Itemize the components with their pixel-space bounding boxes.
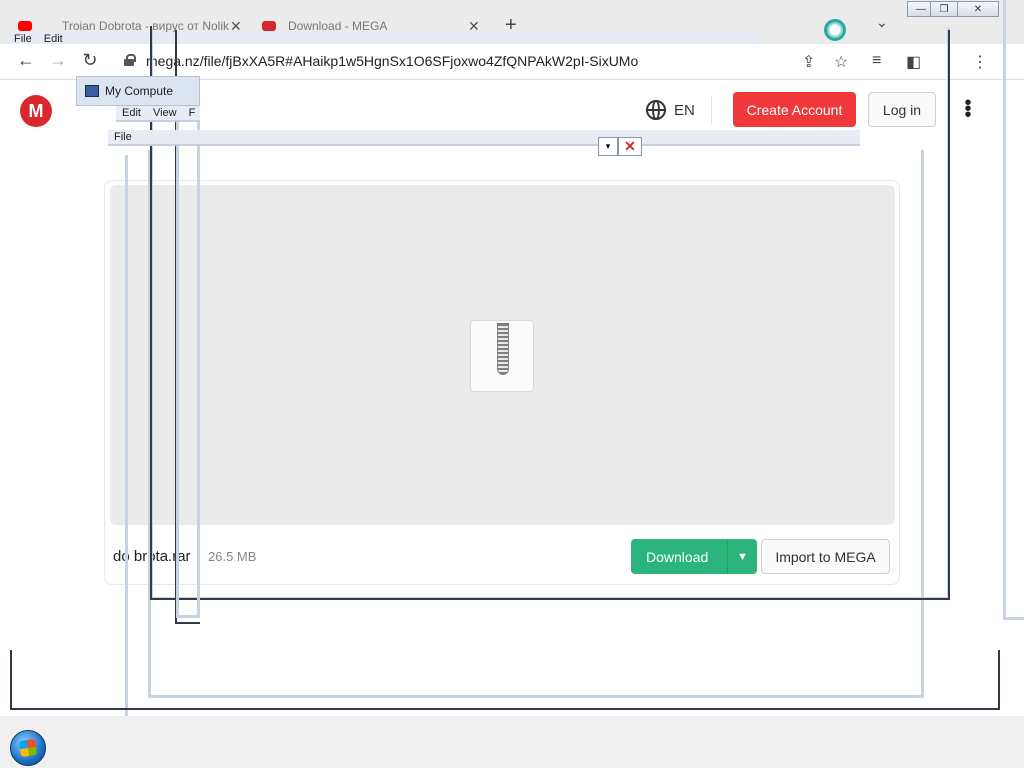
screen: Troian Dobrota - вирус от Nolik ✕ Downlo… — [0, 0, 1024, 768]
lock-icon[interactable] — [124, 54, 136, 66]
my-computer-window-tab[interactable]: My Compute — [76, 76, 200, 106]
ghost-window-outline — [10, 650, 1000, 710]
menu-view[interactable]: View — [153, 107, 177, 119]
ghost-window-frame — [1003, 0, 1024, 620]
explorer-title: My Compute — [105, 84, 174, 98]
dropdown-arrow-icon[interactable]: ▾ — [598, 137, 618, 156]
ghost-window-outline — [940, 30, 950, 600]
youtube-favicon-icon — [18, 21, 32, 31]
close-window-button[interactable]: ✕ — [957, 1, 999, 17]
mega-logo[interactable]: M — [20, 95, 52, 127]
red-close-icon[interactable]: ✕ — [618, 137, 642, 156]
reload-button[interactable]: ↻ — [78, 50, 102, 71]
more-options-icon[interactable]: • • • — [962, 93, 974, 125]
glitch-menubar: File — [108, 130, 860, 146]
menu-edit[interactable]: Edit — [122, 107, 141, 119]
menu-file[interactable]: File — [114, 131, 132, 143]
computer-icon — [85, 85, 99, 97]
forward-button[interactable]: → — [46, 50, 70, 71]
taskbar — [0, 716, 1024, 768]
maximize-button[interactable]: ❐ — [930, 1, 958, 17]
browser-menu-icon[interactable]: ⋮ — [972, 52, 988, 72]
menu-f[interactable]: F — [189, 107, 196, 119]
ghost-window-frame — [176, 78, 200, 618]
ghost-window-outline — [150, 26, 950, 600]
explorer-menubar: Edit View F — [116, 106, 200, 122]
back-button[interactable]: ← — [14, 50, 38, 71]
windows-start-icon[interactable] — [10, 730, 46, 766]
